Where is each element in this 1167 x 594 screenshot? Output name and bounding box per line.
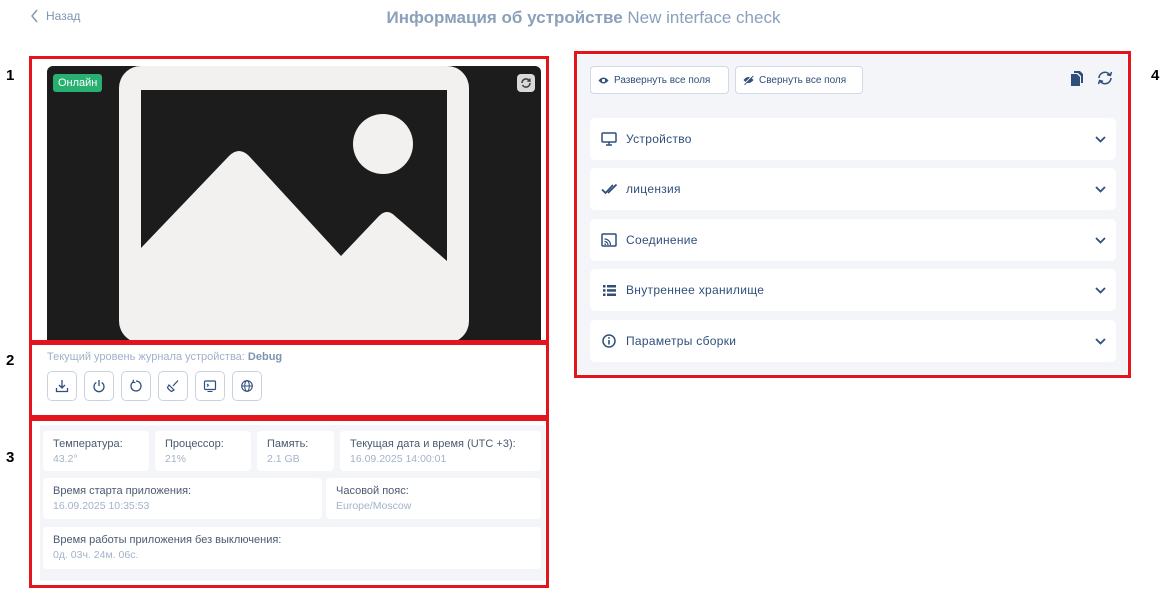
page-title: Информация об устройстве New interface c… (0, 8, 1167, 28)
callout-3: 3 (6, 449, 15, 466)
device-name: New interface check (627, 8, 781, 27)
callout-4: 4 (1151, 67, 1160, 84)
page-title-text: Информация об устройстве (386, 8, 623, 27)
highlight-box-3 (29, 418, 549, 588)
callout-2: 2 (6, 352, 15, 369)
highlight-box-2 (29, 342, 549, 418)
callout-1: 1 (6, 67, 15, 84)
highlight-box-1 (29, 56, 549, 343)
highlight-box-4 (574, 51, 1131, 378)
